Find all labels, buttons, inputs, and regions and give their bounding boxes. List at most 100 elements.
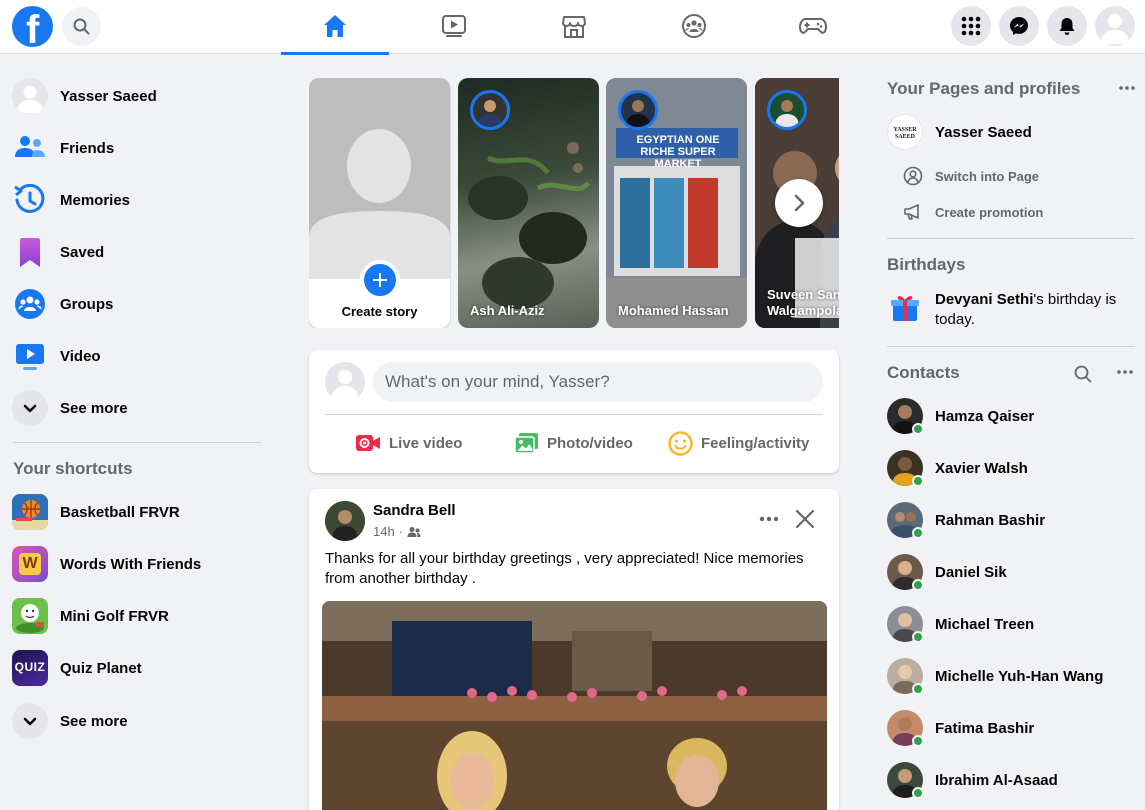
quiz-glyph: QUIZ: [14, 660, 46, 674]
shortcut-label: Basketball FRVR: [60, 503, 180, 521]
top-navigation-bar: f: [0, 0, 1145, 55]
birthdays-heading: Birthdays: [887, 255, 966, 274]
birthday-person[interactable]: Devyani Sethi: [935, 291, 1033, 308]
groups-icon: [12, 286, 48, 322]
post-options-button[interactable]: [753, 505, 785, 533]
story-card[interactable]: EGYPTIAN ONE RICHE SUPER MARKET Mohamed …: [606, 78, 747, 328]
photo-video-label: Photo/video: [547, 434, 633, 452]
home-icon: [324, 15, 346, 37]
more-dots-icon: [759, 516, 779, 522]
contact-name: Fatima Bashir: [935, 719, 1035, 737]
contact-item[interactable]: Michelle Yuh-Han Wang: [887, 650, 1137, 702]
menu-button[interactable]: [951, 6, 991, 46]
switch-profile-icon: [903, 166, 923, 186]
post-author-name[interactable]: Sandra Bell: [373, 502, 456, 519]
sidebar-item-profile[interactable]: Yasser Saeed: [8, 72, 268, 120]
contact-name: Xavier Walsh: [935, 459, 1028, 477]
shortcut-mini-golf-frvr[interactable]: Mini Golf FRVR: [8, 592, 268, 640]
contact-name: Michelle Yuh-Han Wang: [935, 667, 1104, 685]
sidebar-item-friends[interactable]: Friends: [8, 124, 268, 172]
contact-name: Hamza Qaiser: [935, 407, 1035, 425]
sidebar-item-label: Video: [60, 347, 101, 365]
pages-options-button[interactable]: [1112, 78, 1142, 98]
contact-item[interactable]: Daniel Sik: [887, 546, 1137, 598]
create-promotion-button[interactable]: Create promotion: [903, 194, 1043, 230]
post-text: Thanks for all your birthday greetings ,…: [325, 550, 804, 587]
composer-divider: [325, 414, 823, 415]
shortcut-label: Quiz Planet: [60, 659, 142, 677]
contact-avatar: [887, 450, 924, 487]
account-avatar[interactable]: [1095, 6, 1135, 46]
post-photo[interactable]: [322, 601, 827, 810]
profile-avatar: [12, 78, 48, 114]
photo-video-button[interactable]: Photo/video: [514, 428, 633, 458]
nav-tab-watch[interactable]: [400, 0, 508, 54]
shortcut-quiz-planet[interactable]: QUIZ Quiz Planet: [8, 644, 268, 692]
stories-next-button[interactable]: [775, 179, 823, 227]
nav-tab-gaming[interactable]: [759, 0, 867, 54]
shortcut-words-with-friends[interactable]: W Words With Friends: [8, 540, 268, 588]
story-card[interactable]: Ash Ali-Aziz: [458, 78, 599, 328]
post-meta-separator: ·: [398, 524, 404, 539]
online-status-dot: [912, 475, 924, 487]
create-story-card[interactable]: Create story: [309, 78, 450, 328]
online-status-dot: [912, 631, 924, 643]
sidebar-item-label: Memories: [60, 191, 131, 209]
notifications-button[interactable]: [1047, 6, 1087, 46]
search-button[interactable]: [62, 7, 101, 46]
switch-into-page-button[interactable]: Switch into Page: [903, 158, 1039, 194]
nav-tab-home[interactable]: [281, 0, 389, 55]
nav-tab-groups[interactable]: [640, 0, 748, 54]
sidebar-see-more[interactable]: See more: [8, 384, 268, 432]
sidebar-item-label: See more: [60, 399, 128, 417]
story-author-avatar: [618, 90, 658, 130]
contact-name: Ibrahim Al-Asaad: [935, 771, 1058, 789]
messenger-icon: [1010, 17, 1028, 35]
whats-on-your-mind-input[interactable]: What's on your mind, Yasser?: [373, 362, 823, 402]
friends-icon: [12, 130, 48, 166]
composer-avatar[interactable]: [325, 362, 365, 402]
switch-into-page-label: Switch into Page: [935, 168, 1040, 184]
facebook-logo[interactable]: f: [12, 6, 53, 47]
contact-avatar: [887, 710, 924, 747]
gaming-controller-icon: [798, 18, 828, 34]
sidebar-item-memories[interactable]: Memories: [8, 176, 268, 224]
contact-item[interactable]: Ibrahim Al-Asaad: [887, 754, 1137, 806]
live-video-icon: [356, 435, 380, 451]
search-icon: [73, 18, 90, 35]
page-yasser-saeed[interactable]: YASSER SAEED Yasser Saeed: [887, 106, 1137, 158]
shortcut-basketball-frvr[interactable]: Basketball FRVR: [8, 488, 268, 536]
messenger-button[interactable]: [999, 6, 1039, 46]
marketplace-icon: [562, 16, 586, 38]
contact-item[interactable]: Xavier Walsh: [887, 442, 1137, 494]
contact-item[interactable]: Fatima Bashir: [887, 702, 1137, 754]
live-video-button[interactable]: Live video: [355, 428, 462, 458]
birthday-text[interactable]: Devyani Sethi's birthday is today.: [935, 290, 1135, 330]
store-sign-text: EGYPTIAN ONE RICHE SUPER MARKET: [636, 134, 720, 170]
contacts-search-button[interactable]: [1072, 363, 1094, 385]
friends-audience-icon: [407, 526, 421, 537]
gift-icon: [889, 292, 921, 324]
contact-avatar: [887, 502, 924, 539]
contact-item[interactable]: Hamza Qaiser: [887, 390, 1137, 442]
contact-name: Rahman Bashir: [935, 511, 1046, 529]
video-icon: [12, 338, 48, 374]
contact-item[interactable]: Michael Treen: [887, 598, 1137, 650]
words-tile: W: [19, 553, 41, 575]
sidebar-item-saved[interactable]: Saved: [8, 228, 268, 276]
page-logo-text: YASSER SAEED: [893, 127, 917, 140]
contacts-heading: Contacts: [887, 363, 960, 382]
online-status-dot: [912, 527, 924, 539]
feeling-activity-button[interactable]: Feeling/activity: [668, 428, 809, 458]
chevron-down-icon: [12, 390, 48, 426]
shortcuts-see-more[interactable]: See more: [8, 697, 268, 745]
contact-item[interactable]: Rahman Bashir: [887, 494, 1137, 546]
hide-post-button[interactable]: [793, 507, 817, 531]
sidebar-item-groups[interactable]: Groups: [8, 280, 268, 328]
contacts-options-button[interactable]: [1110, 362, 1140, 382]
post-time[interactable]: 14h: [373, 524, 395, 539]
shortcut-label: See more: [60, 712, 128, 730]
post-author-avatar[interactable]: [325, 501, 365, 541]
nav-tab-marketplace[interactable]: [520, 0, 628, 54]
sidebar-item-video[interactable]: Video: [8, 332, 268, 380]
